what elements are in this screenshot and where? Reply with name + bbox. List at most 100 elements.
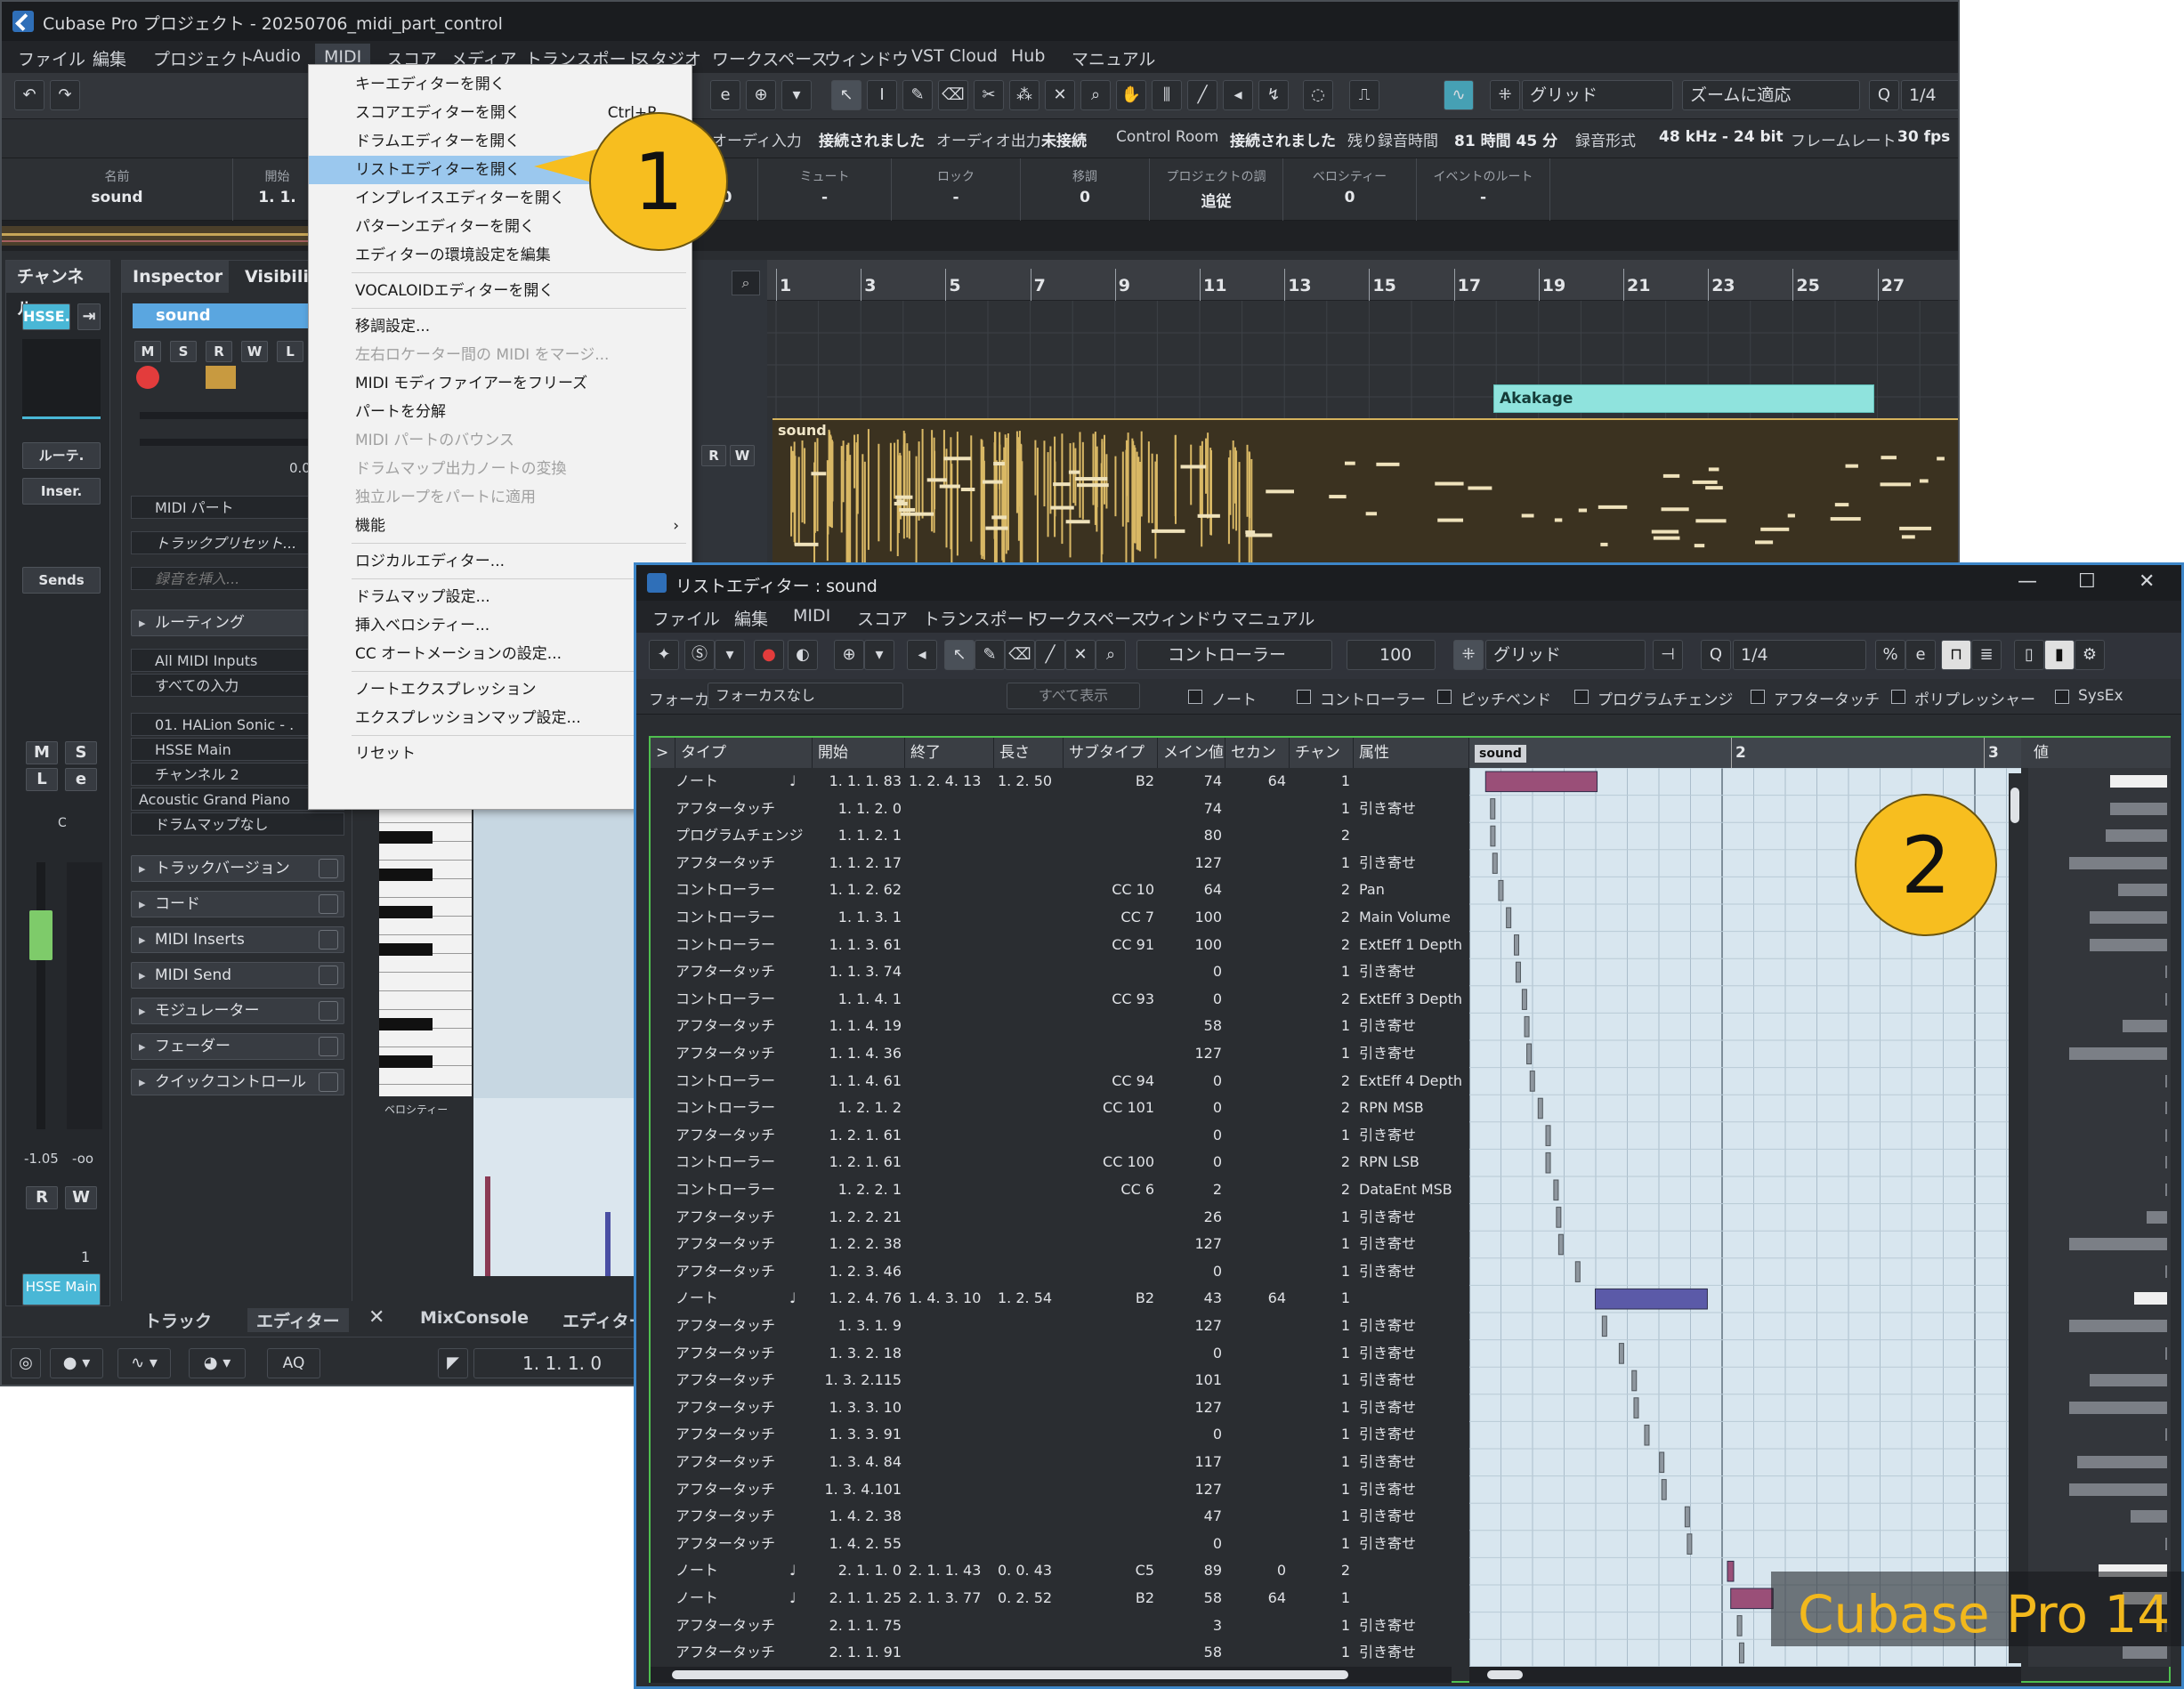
dropdown-arrow-icon[interactable]: ▾ <box>864 640 894 670</box>
routing-button[interactable]: ルーテ. <box>22 442 101 469</box>
le-menu-transport[interactable]: トランスポート <box>923 606 1041 630</box>
fader-handle[interactable] <box>29 910 53 960</box>
automation-icon[interactable]: ⊕ <box>746 80 776 110</box>
value-bar[interactable] <box>2109 802 2167 815</box>
value-bar[interactable] <box>2165 1074 2167 1087</box>
zoom-tool-icon[interactable]: ⌕ <box>1096 640 1126 670</box>
col-start[interactable]: 開始 <box>813 738 905 768</box>
black-key[interactable] <box>379 1055 433 1068</box>
sends-button[interactable]: Sends <box>22 567 101 594</box>
value-bar[interactable] <box>2069 1238 2167 1251</box>
midi-menu-item[interactable]: キーエディターを開く <box>309 70 692 99</box>
filter-pitchbend-checkbox[interactable] <box>1437 690 1452 704</box>
select-tool-icon[interactable]: ↖ <box>831 80 861 110</box>
midi-menu-item[interactable]: パートを分解 <box>309 398 692 426</box>
section-chord[interactable]: コード <box>131 891 344 917</box>
inserts-button[interactable]: Inser. <box>22 478 101 505</box>
table-row[interactable]: アフタータッチ 1. 2. 1. 61 0 1 引き寄せ <box>651 1122 1469 1149</box>
snap-toggle-icon[interactable]: ∿ <box>1444 80 1474 110</box>
dropdown-arrow-icon[interactable]: ▾ <box>715 640 745 670</box>
table-row[interactable]: アフタータッチ 1. 1. 2. 0 74 1 引き寄せ <box>651 796 1469 822</box>
glue-tool-icon[interactable]: ⁂ <box>1009 80 1039 110</box>
table-row[interactable]: アフタータッチ 2. 1. 1. 91 58 1 引き寄せ <box>651 1639 1469 1666</box>
close-window-icon[interactable]: ✕ <box>2139 570 2155 593</box>
snap-mode-icon[interactable]: ⎍ <box>1349 80 1379 110</box>
play-tool-icon[interactable]: ◂ <box>1223 80 1253 110</box>
filter-note-checkbox[interactable] <box>1188 690 1202 704</box>
table-row[interactable]: アフタータッチ 1. 2. 3. 46 0 1 引き寄せ <box>651 1258 1469 1285</box>
value-bar[interactable] <box>2069 856 2167 869</box>
table-row[interactable]: アフタータッチ 1. 4. 2. 55 0 1 引き寄せ <box>651 1531 1469 1557</box>
value-bar[interactable] <box>2117 884 2167 897</box>
value-bar[interactable] <box>2090 911 2167 924</box>
track-lock-button[interactable]: L <box>277 341 303 362</box>
line-tool-icon[interactable]: ╱ <box>1035 640 1065 670</box>
table-row[interactable]: ノート 1. 1. 1. 83 1. 2. 4. 13 1. 2. 50 B2 74 64 1… <box>651 768 1469 795</box>
settings-icon[interactable]: ⚙ <box>2075 640 2105 670</box>
col-type[interactable]: タイプ <box>675 738 813 768</box>
lasso-icon[interactable]: ◌ <box>1303 80 1333 110</box>
grid-icon[interactable]: ⁜ <box>1490 80 1520 110</box>
table-row[interactable]: ノート 2. 1. 1. 25 2. 1. 3. 77 0. 2. 52 B2 58 64 1… <box>651 1585 1469 1612</box>
tab-tracks[interactable]: トラック <box>144 1308 212 1332</box>
auto-quantize-button[interactable]: AQ <box>267 1348 320 1378</box>
le-menu-score[interactable]: スコア <box>857 606 908 630</box>
scrollbar-thumb[interactable] <box>672 1670 1348 1679</box>
midi-menu-item[interactable]: 移調設定... <box>309 312 692 341</box>
channel-edit-icon[interactable]: ⇥ <box>77 303 101 330</box>
value-bar[interactable] <box>2090 938 2167 951</box>
info-lock[interactable]: ロック - <box>892 158 1021 221</box>
edit-channel-button[interactable]: e <box>65 768 97 791</box>
black-key[interactable] <box>379 831 433 844</box>
volume-slider[interactable] <box>140 412 318 419</box>
record-mode-icon[interactable]: ● ▾ <box>50 1348 103 1378</box>
section-track-versions[interactable]: トラックバージョン <box>131 855 344 882</box>
value-bar[interactable] <box>2165 1537 2167 1550</box>
tab-mixconsole[interactable]: MixConsole <box>420 1308 529 1328</box>
value-bar[interactable] <box>2165 966 2167 979</box>
section-modulators[interactable]: モジュレーター <box>131 998 344 1024</box>
automation-icon[interactable]: ⊕ <box>834 640 864 670</box>
value-bar[interactable] <box>2165 1428 2167 1442</box>
read-button[interactable]: R <box>26 1186 58 1209</box>
undo-icon[interactable]: ↶ <box>14 80 44 110</box>
table-row[interactable]: アフタータッチ 1. 1. 3. 74 0 1 引き寄せ <box>651 958 1469 985</box>
filter-aftertouch-checkbox[interactable] <box>1751 690 1765 704</box>
focus-select[interactable]: フォーカスなし <box>708 683 903 709</box>
midi-part-sound[interactable]: sound <box>772 418 1958 570</box>
dropdown-arrow-icon[interactable]: ▾ <box>781 80 812 110</box>
menu-workspace[interactable]: ワークスペース <box>712 46 828 70</box>
le-menu-window[interactable]: ウィンドウ <box>1144 606 1228 630</box>
maximize-icon[interactable]: ☐ <box>2078 570 2096 593</box>
record-enable-icon[interactable] <box>136 366 159 389</box>
value-bar[interactable] <box>2133 1292 2167 1305</box>
mute-button[interactable]: M <box>26 741 58 764</box>
table-row[interactable]: アフタータッチ 1. 2. 2. 38 127 1 引き寄せ <box>651 1231 1469 1257</box>
range-tool-icon[interactable]: I <box>867 80 897 110</box>
menu-file[interactable]: ファイル <box>18 46 85 70</box>
lane-write-button[interactable]: W <box>730 445 755 466</box>
hsse-main-button[interactable]: HSSE Main <box>22 1273 101 1305</box>
table-row[interactable]: アフタータッチ 2. 1. 1. 75 3 1 引き寄せ <box>651 1612 1469 1639</box>
col-secondary[interactable]: セカンダリ <box>1225 738 1290 768</box>
table-row[interactable]: ノート 2. 1. 1. 0 2. 1. 1. 43 0. 0. 43 C5 89 0 2 ♩ <box>651 1557 1469 1584</box>
menu-project[interactable]: プロジェクト <box>153 46 255 70</box>
value-bar[interactable] <box>2165 1265 2167 1278</box>
table-row[interactable]: アフタータッチ 1. 3. 3. 10 127 1 引き寄せ <box>651 1394 1469 1421</box>
le-menu-workspace[interactable]: ワークスペース <box>1031 606 1147 630</box>
value-bar[interactable] <box>2165 1128 2167 1142</box>
black-key[interactable] <box>379 869 433 881</box>
table-row[interactable]: アフタータッチ 1. 2. 2. 21 26 1 引き寄せ <box>651 1204 1469 1231</box>
velocity-bar[interactable] <box>605 1212 611 1276</box>
menu-edit[interactable]: 編集 <box>93 46 126 70</box>
table-row[interactable]: コントローラー 1. 1. 4. 1 CC 93 0 2 ExtEff 3 Depth <box>651 986 1469 1013</box>
pencil-tool-icon[interactable]: ✎ <box>975 640 1005 670</box>
scissors-tool-icon[interactable]: ✂ <box>974 80 1004 110</box>
hsse-button[interactable]: HSSE. <box>22 303 70 330</box>
col-end[interactable]: 終了 <box>905 738 994 768</box>
black-key[interactable] <box>379 943 433 956</box>
table-row[interactable]: アフタータッチ 1. 4. 2. 38 47 1 引き寄せ <box>651 1503 1469 1530</box>
solo-button[interactable]: S <box>65 741 97 764</box>
table-row[interactable]: コントローラー 1. 1. 3. 1 CC 7 100 2 Main Volume <box>651 904 1469 931</box>
info-event-root[interactable]: イベントのルート - <box>1417 158 1550 221</box>
